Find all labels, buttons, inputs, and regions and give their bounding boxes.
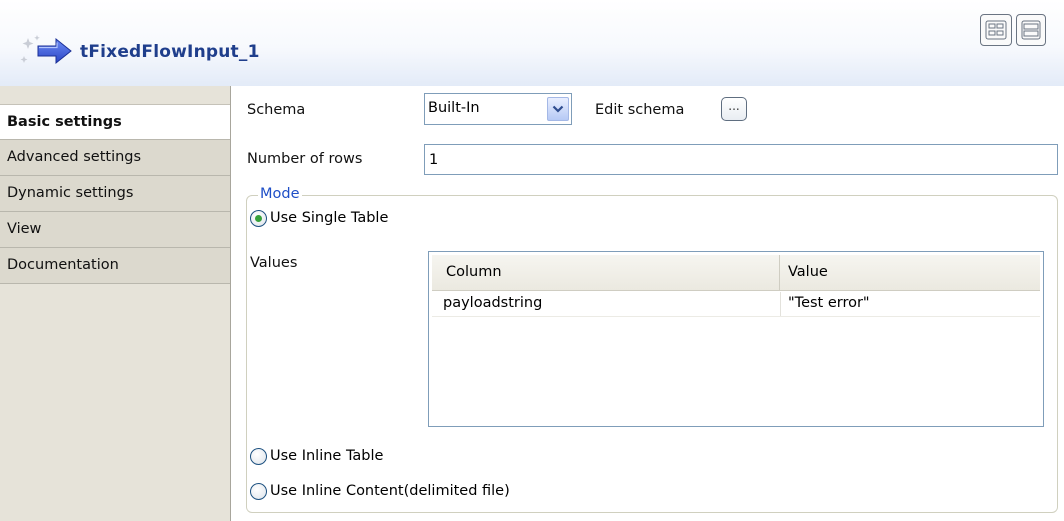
cell-column[interactable]: payloadstring <box>443 295 542 311</box>
rows-input[interactable] <box>424 144 1058 175</box>
schema-label: Schema <box>247 102 306 118</box>
edit-schema-label: Edit schema <box>595 102 685 118</box>
component-title: tFixedFlowInput_1 <box>80 42 260 62</box>
mode-group-title: Mode <box>258 186 302 202</box>
rows-label: Number of rows <box>247 151 363 167</box>
column-header-column[interactable]: Column <box>432 255 780 290</box>
radio-use-single-table[interactable]: Use Single Table <box>250 209 450 231</box>
cell-value[interactable]: "Test error" <box>788 295 870 311</box>
radio-use-inline-table[interactable]: Use Inline Table <box>250 447 450 469</box>
schema-select[interactable]: Built-In <box>424 93 572 125</box>
column-divider <box>780 292 781 316</box>
arrow-flow-icon <box>20 35 72 65</box>
radio-button[interactable] <box>250 448 267 465</box>
table-row[interactable]: payloadstring "Test error" <box>432 292 1040 317</box>
values-label: Values <box>250 255 298 271</box>
settings-tab-panel: Basic settings Advanced settings Dynamic… <box>0 86 231 521</box>
radio-label: Use Single Table <box>270 210 389 226</box>
component-header: tFixedFlowInput_1 <box>0 0 1064 86</box>
radio-button-selected[interactable] <box>250 210 267 227</box>
radio-use-inline-content[interactable]: Use Inline Content(delimited file) <box>250 482 610 504</box>
tab-basic-settings[interactable]: Basic settings <box>0 104 230 140</box>
table-header: Column Value <box>432 255 1040 291</box>
radio-label: Use Inline Table <box>270 448 384 464</box>
schema-select-value: Built-In <box>428 100 480 116</box>
tab-advanced-settings[interactable]: Advanced settings <box>0 140 230 176</box>
tab-view[interactable]: View <box>0 212 230 248</box>
stacked-layout-icon <box>1021 20 1041 40</box>
stacked-layout-button[interactable] <box>1016 14 1046 46</box>
grid-layout-icon <box>985 20 1007 40</box>
dropdown-arrow[interactable] <box>547 97 569 121</box>
column-header-value[interactable]: Value <box>780 255 1040 290</box>
edit-schema-button[interactable]: ... <box>721 97 747 121</box>
radio-label: Use Inline Content(delimited file) <box>270 483 510 499</box>
tab-dynamic-settings[interactable]: Dynamic settings <box>0 176 230 212</box>
grid-layout-button[interactable] <box>980 14 1012 46</box>
radio-button[interactable] <box>250 483 267 500</box>
tab-documentation[interactable]: Documentation <box>0 248 230 284</box>
values-table[interactable]: Column Value payloadstring "Test error" <box>428 251 1044 427</box>
chevron-down-icon <box>552 105 564 113</box>
